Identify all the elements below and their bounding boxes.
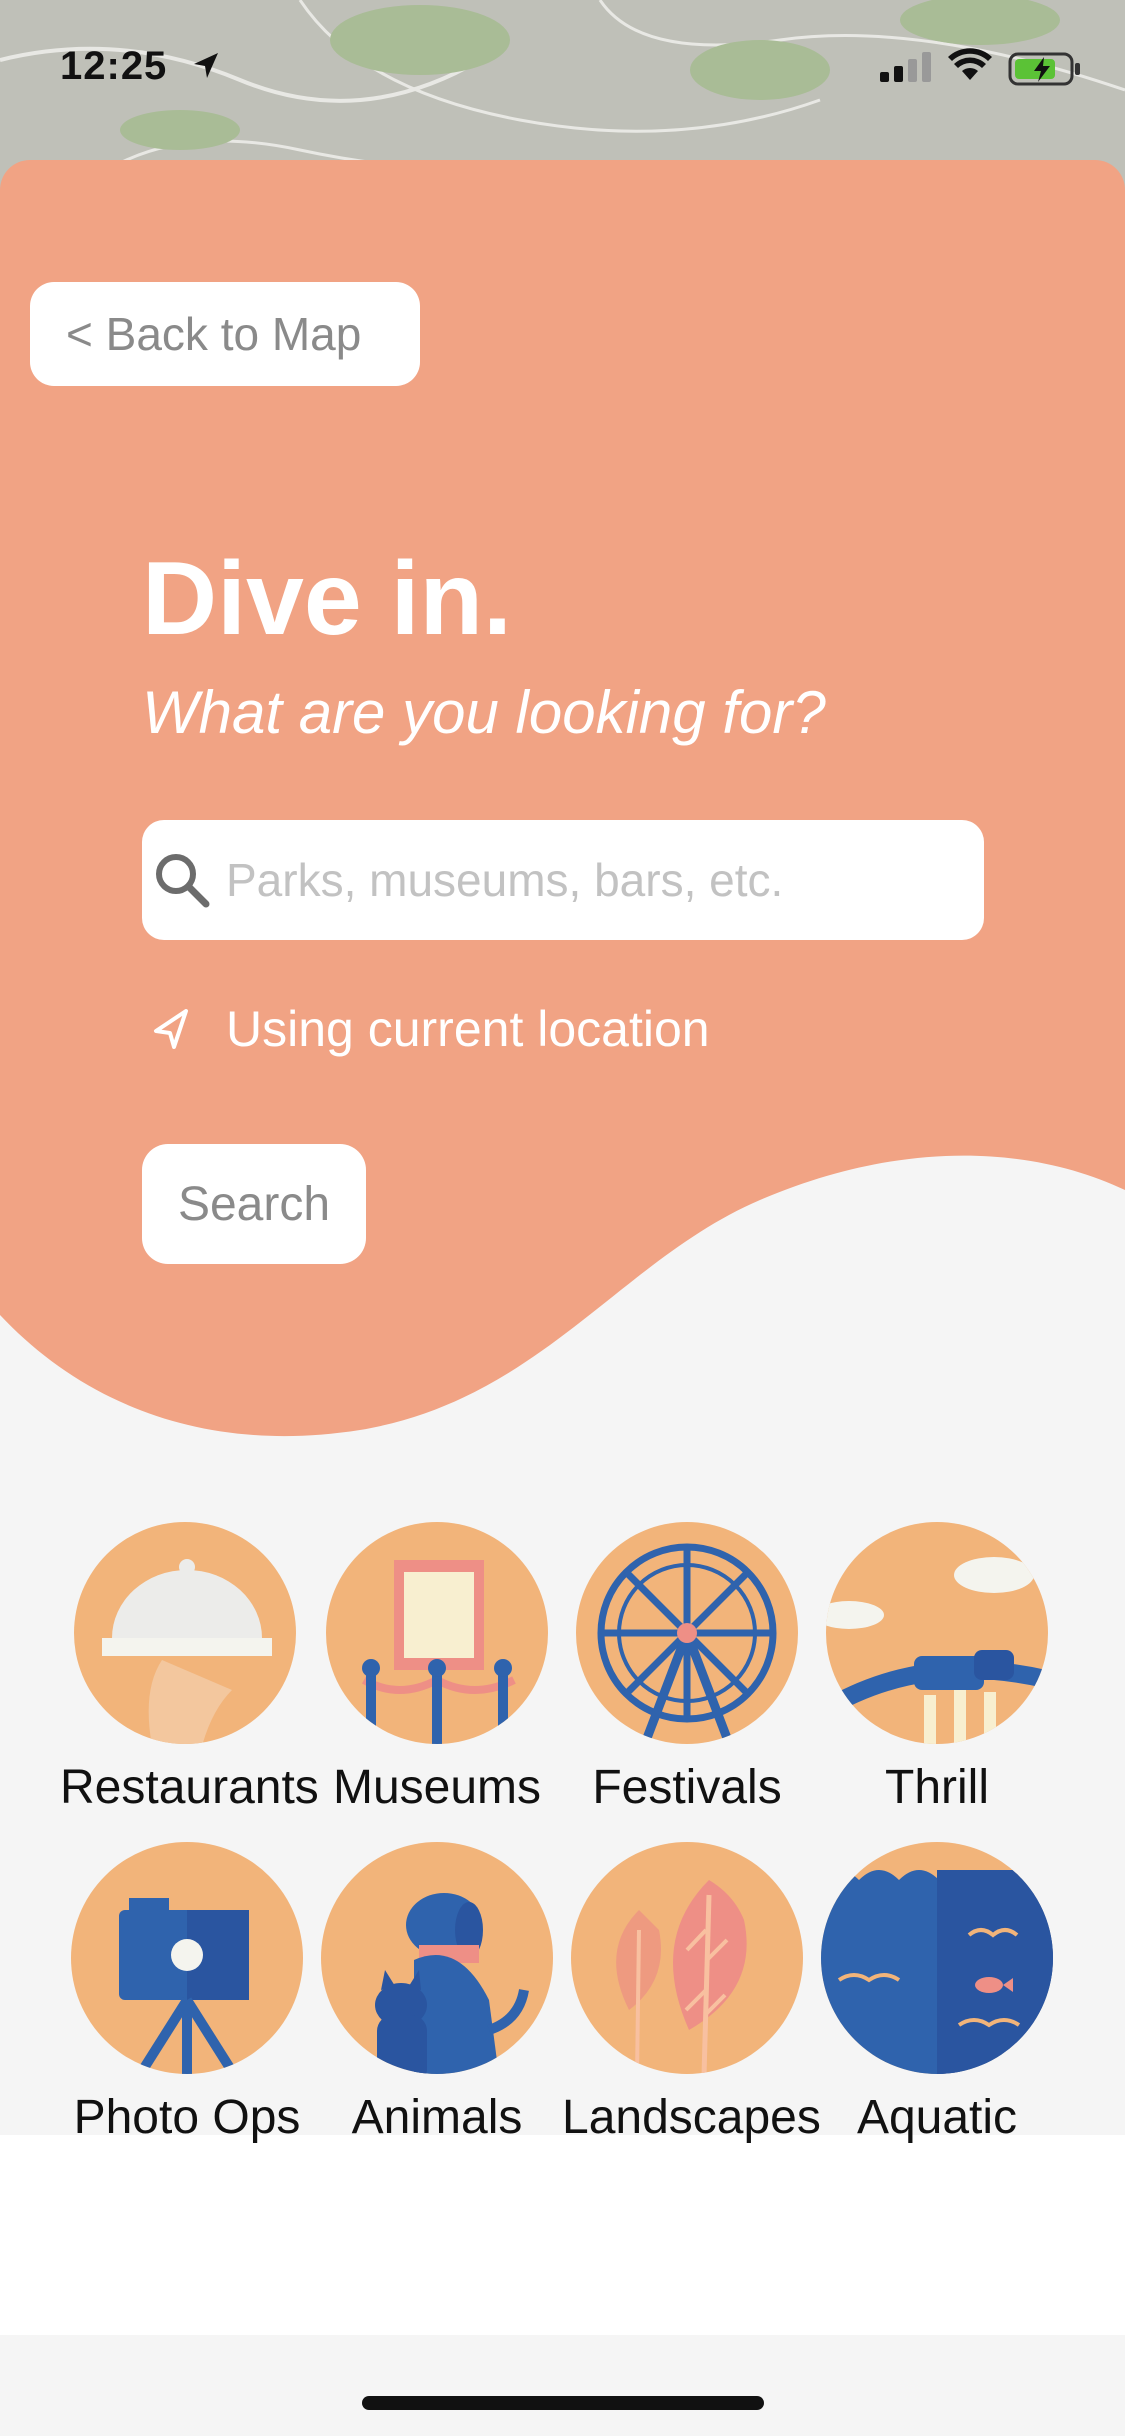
category-label: Animals [351, 2091, 523, 2144]
dog-cat-icon [321, 1842, 553, 2074]
category-label: Aquatic [856, 2091, 1018, 2144]
bottom-safe-area [0, 2335, 1125, 2436]
page-subtitle: What are you looking for? [142, 679, 826, 746]
search-box[interactable] [142, 820, 984, 940]
category-museums[interactable]: Museums [312, 1520, 562, 1815]
category-label: Landscapes [562, 2091, 821, 2144]
page-title: Dive in. [142, 541, 512, 657]
home-indicator[interactable] [362, 2396, 764, 2410]
category-label: Thrill [885, 1761, 989, 1814]
category-aquatic[interactable]: Aquatic [812, 1840, 1062, 2145]
category-label: Restaurants [60, 1761, 319, 1814]
museum-painting-icon [326, 1522, 548, 1744]
roller-coaster-icon [826, 1522, 1048, 1744]
status-time: 12:25 [60, 44, 168, 88]
back-to-map-button[interactable]: < Back to Map [30, 282, 420, 386]
current-location-row[interactable]: Using current location [150, 1000, 710, 1058]
search-input[interactable] [226, 820, 966, 940]
category-label: Museums [332, 1761, 542, 1814]
cellular-signal-icon [880, 52, 931, 82]
search-button[interactable]: Search [142, 1144, 366, 1264]
ocean-fish-icon [821, 1842, 1053, 2074]
camera-tripod-icon [71, 1842, 303, 2074]
category-animals[interactable]: Animals [312, 1840, 562, 2145]
status-bar: 12:25 [0, 0, 1125, 140]
ferris-wheel-icon [576, 1522, 798, 1744]
leaves-icon [571, 1842, 803, 2074]
location-label: Using current location [226, 1001, 710, 1057]
wifi-icon [948, 48, 992, 80]
location-arrow-icon [194, 53, 218, 78]
category-restaurants[interactable]: Restaurants [60, 1520, 319, 1815]
category-photo-ops[interactable]: Photo Ops [62, 1840, 312, 2145]
search-icon [156, 854, 210, 908]
location-arrow-icon [154, 1009, 188, 1049]
battery-icon [1008, 52, 1080, 86]
category-landscapes[interactable]: Landscapes [562, 1840, 821, 2145]
category-thrill[interactable]: Thrill [812, 1520, 1062, 1815]
restaurant-cloche-icon [74, 1522, 296, 1744]
category-festivals[interactable]: Festivals [562, 1520, 812, 1815]
category-label: Festivals [592, 1761, 782, 1814]
category-label: Photo Ops [73, 2091, 301, 2144]
